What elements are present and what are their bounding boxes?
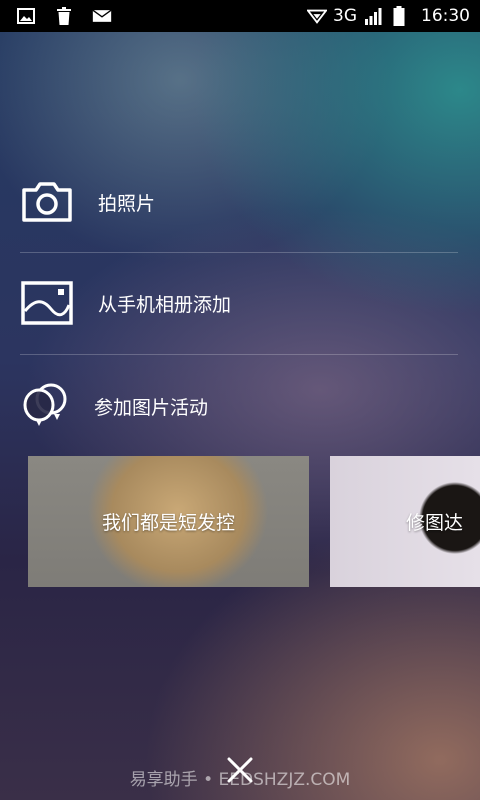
balloons-icon <box>20 383 74 429</box>
trash-icon <box>54 7 74 25</box>
signal-hotspot-icon <box>307 7 327 25</box>
activity-card-title: 我们都是短发控 <box>101 512 235 534</box>
watermark-text: 易享助手 • EEDSHZJZ.COM <box>129 770 351 790</box>
network-type: 3G <box>333 6 357 26</box>
gallery-icon <box>20 280 74 326</box>
menu-divider <box>20 354 458 355</box>
clock: 16:30 <box>421 6 470 26</box>
join-photo-activity-option[interactable]: 参加图片活动 <box>20 356 458 456</box>
camera-icon <box>20 179 74 225</box>
image-icon <box>16 7 36 25</box>
add-from-album-option[interactable]: 从手机相册添加 <box>20 253 458 353</box>
take-photo-option[interactable]: 拍照片 <box>20 152 458 252</box>
status-bar: 3G 16:30 <box>0 0 480 32</box>
add-from-album-label: 从手机相册添加 <box>98 293 232 316</box>
take-photo-label: 拍照片 <box>98 192 156 215</box>
activity-carousel[interactable]: 我们都是短发控 修图达 <box>28 456 480 588</box>
battery-icon <box>389 6 409 26</box>
mail-icon <box>92 7 112 25</box>
activity-card[interactable]: 修图达 <box>330 456 480 587</box>
activity-card[interactable]: 我们都是短发控 <box>28 456 309 587</box>
status-bar-notifications <box>0 7 112 25</box>
activity-card-title: 修图达 <box>406 512 464 534</box>
join-photo-activity-label: 参加图片活动 <box>94 396 209 419</box>
signal-bars-icon <box>363 7 383 25</box>
status-bar-system: 3G 16:30 <box>307 6 480 26</box>
